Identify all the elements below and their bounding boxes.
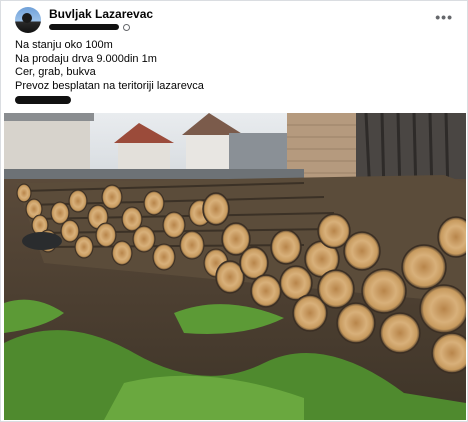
globe-icon — [123, 23, 130, 31]
avatar[interactable] — [15, 7, 41, 33]
post-card: Buvljak Lazarevac ••• Na stanju oko 100m… — [0, 0, 468, 422]
post-meta — [49, 22, 130, 32]
redacted-timestamp — [49, 24, 119, 30]
post-text: Na stanju oko 100m Na prodaju drva 9.000… — [15, 39, 204, 104]
author-name[interactable]: Buvljak Lazarevac — [49, 7, 153, 21]
post-line-3: Cer, grab, bukva — [15, 66, 96, 78]
firewood-photo — [4, 113, 466, 420]
post-line-2: Na prodaju drva 9.000din 1m — [15, 52, 157, 65]
post-line-1: Na stanju oko 100m — [15, 39, 113, 51]
post-line-4: Prevoz besplatan na teritoriji lazarevca — [15, 79, 204, 92]
redacted-contact — [15, 96, 71, 104]
more-options-icon[interactable]: ••• — [435, 9, 453, 25]
post-photo[interactable] — [4, 113, 466, 420]
post-header: Buvljak Lazarevac ••• — [11, 7, 457, 35]
